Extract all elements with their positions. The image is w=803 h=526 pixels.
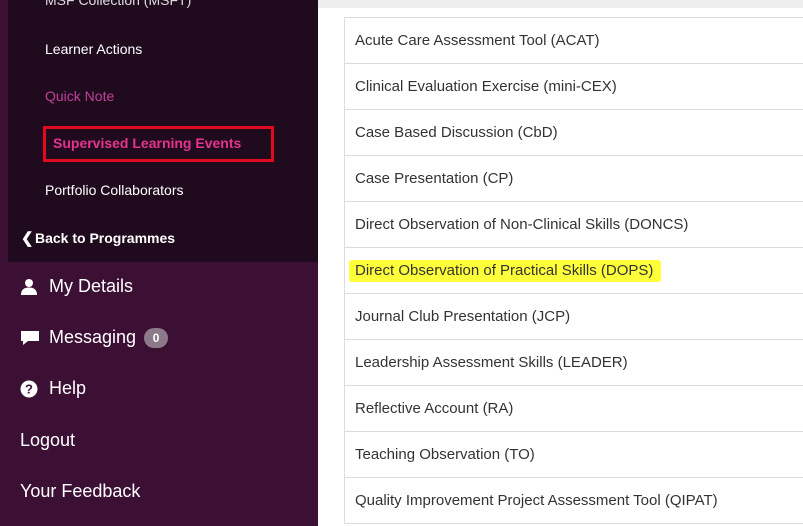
list-item-label: Quality Improvement Project Assessment T… bbox=[355, 492, 718, 509]
sidebar-item-logout[interactable]: Logout bbox=[20, 430, 75, 451]
question-circle-icon: ? bbox=[20, 379, 44, 399]
list-item-label: Teaching Observation (TO) bbox=[355, 446, 535, 463]
list-item-to[interactable]: Teaching Observation (TO) bbox=[345, 432, 803, 478]
help-label: Help bbox=[49, 378, 87, 398]
sidebar-item-supervised-learning-events[interactable]: Supervised Learning Events bbox=[53, 135, 241, 151]
list-item-label: Direct Observation of Non-Clinical Skill… bbox=[355, 216, 689, 233]
content-top-bar bbox=[318, 0, 803, 8]
list-item-mini-cex[interactable]: Clinical Evaluation Exercise (mini-CEX) bbox=[345, 64, 803, 110]
svg-text:?: ? bbox=[25, 381, 33, 396]
chat-icon bbox=[20, 328, 44, 348]
programme-submenu: MSF Collection (MSFT) Learner Actions Qu… bbox=[8, 0, 318, 262]
sidebar-item-your-feedback[interactable]: Your Feedback bbox=[20, 481, 140, 502]
logout-label: Logout bbox=[20, 430, 76, 450]
list-item-label: Reflective Account (RA) bbox=[355, 400, 514, 417]
list-item-cp[interactable]: Case Presentation (CP) bbox=[345, 156, 803, 202]
sidebar-item-learner-actions[interactable]: Learner Actions bbox=[45, 41, 142, 57]
list-item-label: Case Presentation (CP) bbox=[355, 170, 514, 187]
list-item-jcp[interactable]: Journal Club Presentation (JCP) bbox=[345, 294, 803, 340]
list-item-label: Journal Club Presentation (JCP) bbox=[355, 308, 571, 325]
sidebar-item-msf-collection[interactable]: MSF Collection (MSFT) bbox=[45, 0, 191, 8]
list-item-qipat[interactable]: Quality Improvement Project Assessment T… bbox=[345, 478, 803, 524]
list-item-acat[interactable]: Acute Care Assessment Tool (ACAT) bbox=[345, 18, 803, 64]
sle-type-list: Acute Care Assessment Tool (ACAT) Clinic… bbox=[344, 17, 803, 524]
sidebar-item-my-details[interactable]: My Details bbox=[20, 276, 133, 297]
list-item-label: Clinical Evaluation Exercise (mini-CEX) bbox=[355, 78, 617, 95]
back-to-programmes-link[interactable]: ❮Back to Programmes bbox=[21, 229, 175, 247]
sle-content-panel: Acute Care Assessment Tool (ACAT) Clinic… bbox=[318, 0, 803, 526]
sidebar-item-quick-note[interactable]: Quick Note bbox=[45, 88, 114, 104]
user-icon bbox=[20, 277, 44, 297]
list-item-leader[interactable]: Leadership Assessment Skills (LEADER) bbox=[345, 340, 803, 386]
chevron-left-icon: ❮ bbox=[21, 230, 34, 247]
messaging-count-badge: 0 bbox=[144, 327, 169, 348]
list-item-label-highlighted: Direct Observation of Practical Skills (… bbox=[349, 259, 662, 282]
list-item-label: Acute Care Assessment Tool (ACAT) bbox=[355, 32, 600, 49]
list-item-cbd[interactable]: Case Based Discussion (CbD) bbox=[345, 110, 803, 156]
sidebar-item-portfolio-collaborators[interactable]: Portfolio Collaborators bbox=[45, 182, 184, 198]
list-item-label: Leadership Assessment Skills (LEADER) bbox=[355, 354, 628, 371]
list-item-doncs[interactable]: Direct Observation of Non-Clinical Skill… bbox=[345, 202, 803, 248]
list-item-dops[interactable]: Direct Observation of Practical Skills (… bbox=[345, 248, 803, 294]
sidebar: MSF Collection (MSFT) Learner Actions Qu… bbox=[0, 0, 318, 526]
sidebar-item-messaging[interactable]: Messaging 0 bbox=[20, 327, 169, 348]
list-item-label: Case Based Discussion (CbD) bbox=[355, 124, 558, 141]
messaging-label: Messaging bbox=[49, 327, 137, 347]
my-details-label: My Details bbox=[49, 276, 134, 296]
back-to-programmes-label: Back to Programmes bbox=[35, 230, 176, 246]
your-feedback-label: Your Feedback bbox=[20, 481, 141, 501]
sidebar-item-help[interactable]: ? Help bbox=[20, 378, 86, 399]
list-item-ra[interactable]: Reflective Account (RA) bbox=[345, 386, 803, 432]
